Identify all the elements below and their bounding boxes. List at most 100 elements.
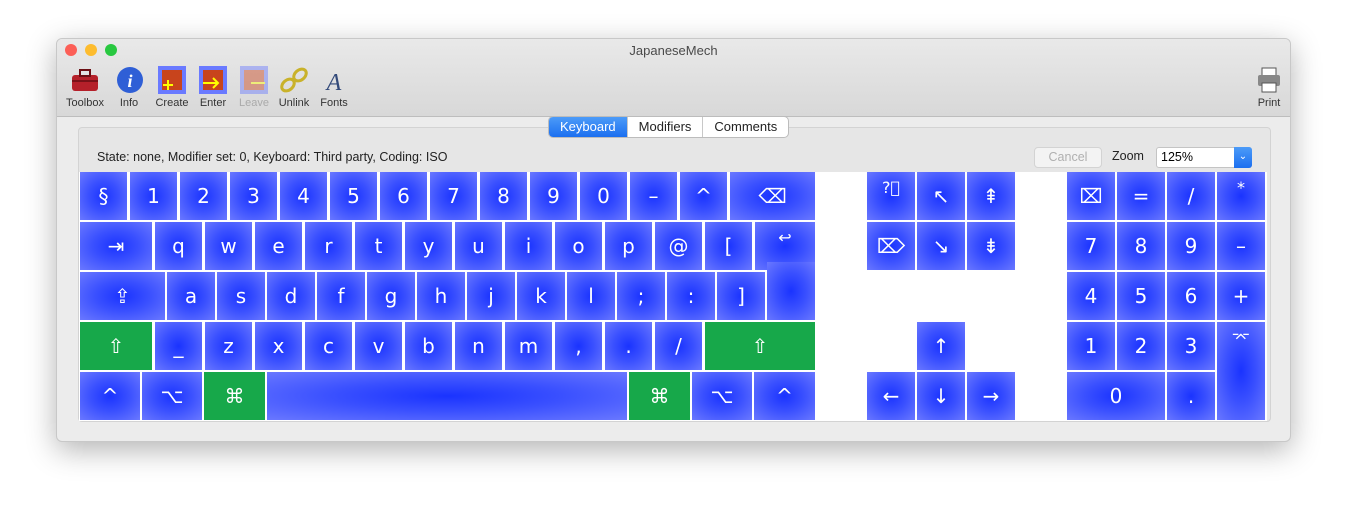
key[interactable]: 7: [430, 172, 477, 220]
info-button[interactable]: i Info: [114, 65, 144, 109]
key[interactable]: ⇥: [80, 222, 152, 270]
key[interactable]: 2: [180, 172, 227, 220]
numpad-key[interactable]: 3: [1167, 322, 1215, 370]
numpad-key[interactable]: 5: [1117, 272, 1165, 320]
key[interactable]: w: [205, 222, 252, 270]
numpad-key[interactable]: 1: [1067, 322, 1115, 370]
key[interactable]: s: [217, 272, 265, 320]
key[interactable]: /: [655, 322, 702, 370]
numpad-key[interactable]: 2: [1117, 322, 1165, 370]
key[interactable]: n: [455, 322, 502, 370]
key[interactable]: ⌫: [730, 172, 815, 220]
key[interactable]: p: [605, 222, 652, 270]
create-button[interactable]: Create: [151, 65, 193, 109]
toolbox-button[interactable]: Toolbox: [63, 65, 107, 109]
unlink-button[interactable]: Unlink: [276, 65, 312, 109]
numpad-key[interactable]: ⌧: [1067, 172, 1115, 220]
numpad-key[interactable]: .: [1167, 372, 1215, 420]
nav-key[interactable]: ?⃝: [867, 172, 915, 220]
key[interactable]: §: [80, 172, 127, 220]
nav-key[interactable]: ⇞: [967, 172, 1015, 220]
numpad-key[interactable]: 8: [1117, 222, 1165, 270]
numpad-key[interactable]: +: [1217, 272, 1265, 320]
key[interactable]: ⌘: [629, 372, 690, 420]
key[interactable]: u: [455, 222, 502, 270]
zoom-select[interactable]: 125% ⌄: [1156, 147, 1252, 168]
numpad-key[interactable]: *: [1217, 172, 1265, 220]
nav-key[interactable]: ⌦: [867, 222, 915, 270]
key[interactable]: ^: [680, 172, 727, 220]
key[interactable]: 4: [280, 172, 327, 220]
key[interactable]: 0: [580, 172, 627, 220]
numpad-key[interactable]: 4: [1067, 272, 1115, 320]
numpad-key[interactable]: 7: [1067, 222, 1115, 270]
key[interactable]: t: [355, 222, 402, 270]
key[interactable]: h: [417, 272, 465, 320]
key[interactable]: ,: [555, 322, 602, 370]
key[interactable]: ⇧: [80, 322, 152, 370]
numpad-key[interactable]: –: [1217, 222, 1265, 270]
key[interactable]: j: [467, 272, 515, 320]
enter-button[interactable]: Enter: [196, 65, 230, 109]
key[interactable]: g: [367, 272, 415, 320]
key[interactable]: z: [205, 322, 252, 370]
nav-key[interactable]: ↘: [917, 222, 965, 270]
key[interactable]: 1: [130, 172, 177, 220]
key[interactable]: :: [667, 272, 715, 320]
key[interactable]: –: [630, 172, 677, 220]
key[interactable]: ⇧: [705, 322, 815, 370]
key[interactable]: ⌥: [692, 372, 752, 420]
key[interactable]: @: [655, 222, 702, 270]
key[interactable]: a: [167, 272, 215, 320]
numpad-key[interactable]: 0: [1067, 372, 1165, 420]
key[interactable]: .: [605, 322, 652, 370]
nav-key[interactable]: →: [967, 372, 1015, 420]
numpad-key[interactable]: 6: [1167, 272, 1215, 320]
key[interactable]: y: [405, 222, 452, 270]
tab-modifiers[interactable]: Modifiers: [628, 117, 704, 137]
tab-keyboard[interactable]: Keyboard: [549, 117, 628, 137]
key[interactable]: ^: [80, 372, 140, 420]
key[interactable]: ^: [754, 372, 815, 420]
fonts-button[interactable]: A Fonts: [316, 65, 352, 109]
key[interactable]: r: [305, 222, 352, 270]
key[interactable]: 5: [330, 172, 377, 220]
key[interactable]: b: [405, 322, 452, 370]
key[interactable]: e: [255, 222, 302, 270]
nav-key[interactable]: ↓: [917, 372, 965, 420]
key[interactable]: ]: [717, 272, 765, 320]
key[interactable]: i: [505, 222, 552, 270]
numpad-key[interactable]: /: [1167, 172, 1215, 220]
key[interactable]: ⌘: [204, 372, 265, 420]
key[interactable]: k: [517, 272, 565, 320]
key[interactable]: 3: [230, 172, 277, 220]
key[interactable]: m: [505, 322, 552, 370]
numpad-key[interactable]: 9: [1167, 222, 1215, 270]
numpad-key[interactable]: =: [1117, 172, 1165, 220]
tab-comments[interactable]: Comments: [703, 117, 788, 137]
numpad-enter-key[interactable]: ⌤: [1217, 322, 1265, 420]
key[interactable]: l: [567, 272, 615, 320]
key[interactable]: 9: [530, 172, 577, 220]
key[interactable]: _: [155, 322, 202, 370]
nav-key[interactable]: ←: [867, 372, 915, 420]
nav-key[interactable]: ⇟: [967, 222, 1015, 270]
key[interactable]: ⇪: [80, 272, 165, 320]
key[interactable]: ;: [617, 272, 665, 320]
key[interactable]: o: [555, 222, 602, 270]
key[interactable]: [: [705, 222, 752, 270]
key[interactable]: q: [155, 222, 202, 270]
key[interactable]: [267, 372, 627, 420]
nav-key[interactable]: ↖: [917, 172, 965, 220]
key[interactable]: d: [267, 272, 315, 320]
key[interactable]: 8: [480, 172, 527, 220]
cancel-button[interactable]: Cancel: [1034, 147, 1102, 168]
print-button[interactable]: Print: [1251, 65, 1287, 109]
key[interactable]: f: [317, 272, 365, 320]
nav-key[interactable]: ↑: [917, 322, 965, 370]
return-key[interactable]: [767, 262, 815, 320]
leave-button[interactable]: Leave: [237, 65, 271, 109]
key[interactable]: v: [355, 322, 402, 370]
key[interactable]: x: [255, 322, 302, 370]
key[interactable]: c: [305, 322, 352, 370]
